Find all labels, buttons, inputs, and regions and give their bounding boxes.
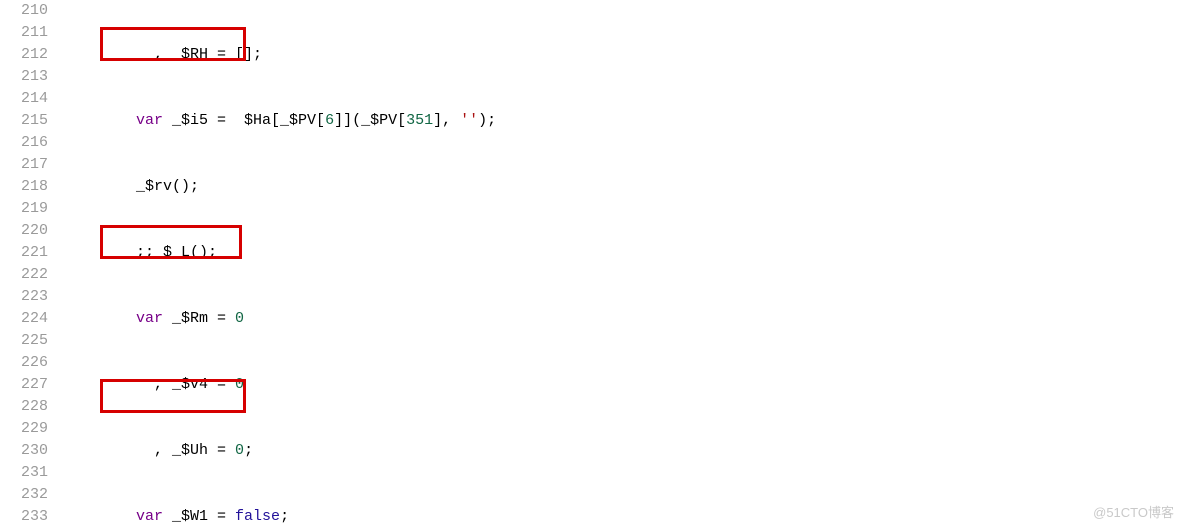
line-number: 218	[0, 176, 48, 198]
line-number: 210	[0, 0, 48, 22]
line-number: 223	[0, 286, 48, 308]
code-line: , _$Uh = 0;	[64, 440, 1184, 462]
line-number: 214	[0, 88, 48, 110]
line-number: 217	[0, 154, 48, 176]
line-number: 221	[0, 242, 48, 264]
code-line: _$rv();	[64, 176, 1184, 198]
line-number: 231	[0, 462, 48, 484]
line-number: 225	[0, 330, 48, 352]
line-number: 229	[0, 418, 48, 440]
line-number: 232	[0, 484, 48, 506]
code-line: var _$Rm = 0	[64, 308, 1184, 330]
line-number: 220	[0, 220, 48, 242]
line-number: 228	[0, 396, 48, 418]
line-number: 215	[0, 110, 48, 132]
code-line: , _$RH = [];	[64, 44, 1184, 66]
line-number: 212	[0, 44, 48, 66]
line-number: 213	[0, 66, 48, 88]
line-number: 227	[0, 374, 48, 396]
line-number: 211	[0, 22, 48, 44]
line-number: 222	[0, 264, 48, 286]
code-line: , _$v4 = 0	[64, 374, 1184, 396]
line-number: 216	[0, 132, 48, 154]
line-number-gutter: 210 211 212 213 214 215 216 217 218 219 …	[0, 0, 56, 530]
line-number: 219	[0, 198, 48, 220]
code-line: var _$W1 = false;	[64, 506, 1184, 528]
line-number: 226	[0, 352, 48, 374]
code-line: var _$i5 = $Ha[_$PV[6]](_$PV[351], '');	[64, 110, 1184, 132]
line-number: 224	[0, 308, 48, 330]
code-line: ;;_$_L();	[64, 242, 1184, 264]
code-editor[interactable]: 210 211 212 213 214 215 216 217 218 219 …	[0, 0, 1184, 530]
code-area[interactable]: , _$RH = []; var _$i5 = $Ha[_$PV[6]](_$P…	[56, 0, 1184, 530]
line-number: 230	[0, 440, 48, 462]
line-number: 233	[0, 506, 48, 528]
